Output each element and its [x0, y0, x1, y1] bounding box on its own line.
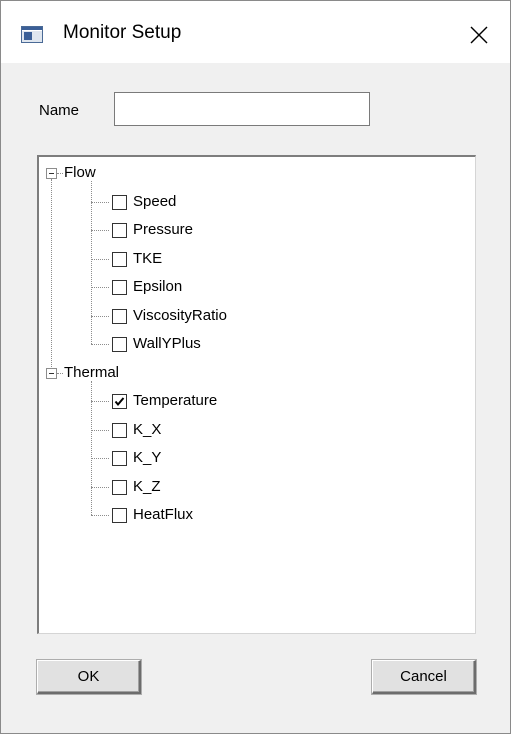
tree-connector: [91, 230, 109, 231]
tree-item-wallyplus[interactable]: WallYPlus: [133, 335, 201, 353]
tree-item-k_y[interactable]: K_Y: [133, 449, 161, 467]
tree-connector: [91, 201, 109, 203]
monitor-setup-dialog: Monitor Setup Name Flow Speed Pressure TKE E…: [0, 0, 511, 734]
checkbox-k_y[interactable]: [112, 451, 127, 466]
title-bar[interactable]: Monitor Setup: [1, 1, 510, 63]
tree-item-epsilon[interactable]: Epsilon: [133, 278, 182, 296]
tree-connector: [91, 486, 109, 488]
tree-item-pressure[interactable]: Pressure: [133, 221, 193, 239]
name-input[interactable]: [114, 92, 370, 126]
checkmark-icon: [114, 397, 125, 407]
checkbox-temperature[interactable]: [112, 394, 127, 409]
window-app-icon: [21, 26, 43, 43]
tree-item-speed[interactable]: Speed: [133, 193, 176, 211]
tree-connector: [51, 179, 52, 367]
tree-connector: [91, 380, 92, 515]
tree-connector: [91, 258, 109, 260]
checkbox-tke[interactable]: [112, 251, 127, 267]
tree-connector: [91, 401, 109, 402]
close-button[interactable]: [456, 15, 502, 55]
name-label: Name: [39, 102, 80, 119]
tree-connector: [91, 287, 109, 288]
tree-connector: [91, 344, 109, 345]
window-title: Monitor Setup: [63, 22, 182, 43]
tree-item-heatflux[interactable]: HeatFlux: [133, 506, 193, 524]
tree-item-k_x[interactable]: K_X: [133, 421, 161, 439]
checkbox-speed[interactable]: [112, 194, 127, 210]
checkbox-k_x[interactable]: [112, 422, 127, 438]
tree-item-temperature[interactable]: Temperature: [133, 392, 217, 410]
checkbox-epsilon[interactable]: [112, 280, 127, 295]
close-icon: [470, 26, 488, 44]
cancel-button[interactable]: Cancel: [372, 660, 476, 694]
tree-item-viscosityratio[interactable]: ViscosityRatio: [133, 307, 227, 325]
tree-item-k_z[interactable]: K_Z: [133, 478, 161, 496]
collapse-toggle-icon[interactable]: [46, 168, 57, 179]
ok-button[interactable]: OK: [37, 660, 141, 694]
checkbox-wallyplus[interactable]: [112, 337, 127, 352]
checkbox-pressure[interactable]: [112, 223, 127, 238]
collapse-toggle-icon[interactable]: [46, 367, 57, 379]
tree-connector: [91, 429, 109, 431]
tree-group-flow[interactable]: Flow: [64, 164, 96, 182]
tree-connector: [91, 181, 92, 344]
monitor-tree[interactable]: Flow Speed Pressure TKE Epsilon ViscosityRati…: [37, 155, 476, 634]
tree-connector: [91, 515, 109, 516]
tree-connector: [57, 372, 63, 374]
checkbox-heatflux[interactable]: [112, 508, 127, 523]
tree-connector: [57, 173, 63, 174]
tree-connector: [91, 458, 109, 459]
checkbox-k_z[interactable]: [112, 479, 127, 495]
tree-group-thermal[interactable]: Thermal: [64, 364, 119, 382]
tree-connector: [91, 315, 109, 317]
tree-item-tke[interactable]: TKE: [133, 250, 162, 268]
checkbox-viscosityratio[interactable]: [112, 308, 127, 324]
